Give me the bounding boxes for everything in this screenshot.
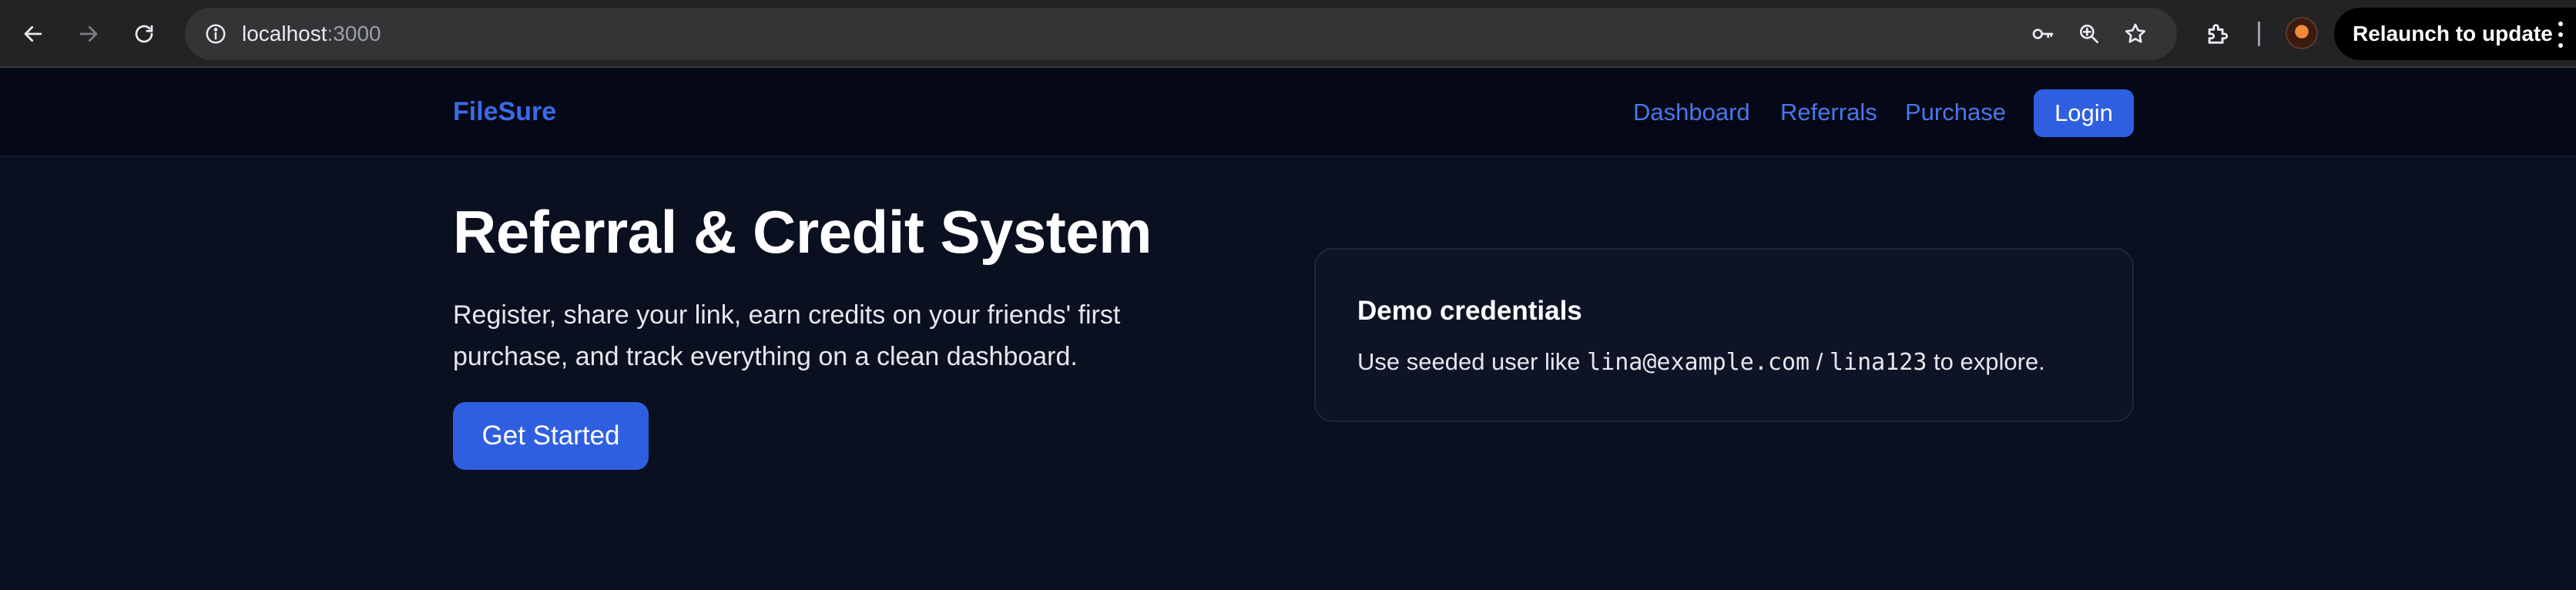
card-text: Use seeded user like lina@example.com / …	[1357, 348, 2045, 376]
password-key-icon	[2032, 28, 2054, 39]
bookmark-button[interactable]	[2120, 18, 2151, 49]
browser-toolbar: localhost:3000 Relaunch to update	[0, 0, 2576, 68]
get-started-button[interactable]: Get Started	[453, 402, 649, 470]
relaunch-label: Relaunch to update	[2353, 22, 2553, 45]
nav-dashboard[interactable]: Dashboard	[1633, 99, 1750, 126]
nav-purchase[interactable]: Purchase	[1905, 99, 2006, 126]
more-menu-icon[interactable]	[2556, 22, 2565, 48]
page-title: Referral & Credit System	[453, 198, 1152, 266]
password-key-button[interactable]	[2028, 18, 2058, 49]
card-text-suffix: to explore.	[1934, 348, 2045, 375]
nav-referrals[interactable]: Referrals	[1780, 99, 1877, 126]
forward-button[interactable]	[69, 14, 109, 54]
profile-avatar[interactable]	[2286, 17, 2318, 49]
extensions-icon	[2208, 24, 2229, 44]
relaunch-button[interactable]: Relaunch to update	[2334, 8, 2576, 60]
site-info-button[interactable]	[200, 18, 231, 49]
forward-icon	[79, 25, 98, 42]
reload-button[interactable]	[124, 14, 164, 54]
card-text-prefix: Use seeded user like	[1357, 348, 1581, 375]
back-button[interactable]	[13, 14, 53, 54]
address-bar[interactable]: localhost:3000	[185, 8, 2177, 60]
url-host: localhost	[242, 22, 327, 45]
zoom-button[interactable]	[2074, 18, 2105, 49]
bookmark-star-icon	[2125, 23, 2146, 43]
demo-password: lina123	[1829, 349, 1927, 376]
card-title: Demo credentials	[1357, 296, 1582, 326]
brand-logo[interactable]: FileSure	[453, 97, 556, 127]
toolbar-divider	[2258, 22, 2260, 46]
hero-description: Register, share your link, earn credits …	[453, 300, 1121, 371]
reload-icon	[135, 25, 153, 43]
url-port: :3000	[327, 22, 381, 45]
zoom-icon	[2080, 24, 2098, 43]
back-icon	[24, 25, 42, 42]
site-header: FileSure Dashboard Referrals Purchase Lo…	[0, 68, 2576, 157]
login-button[interactable]: Login	[2034, 89, 2134, 137]
url-text[interactable]: localhost:3000	[242, 8, 381, 60]
extensions-button[interactable]	[2197, 14, 2237, 54]
site-info-icon	[206, 24, 226, 44]
credential-separator: /	[1816, 348, 1823, 375]
demo-credentials-card: Demo credentials Use seeded user like li…	[1314, 248, 2134, 422]
demo-email: lina@example.com	[1587, 349, 1810, 376]
